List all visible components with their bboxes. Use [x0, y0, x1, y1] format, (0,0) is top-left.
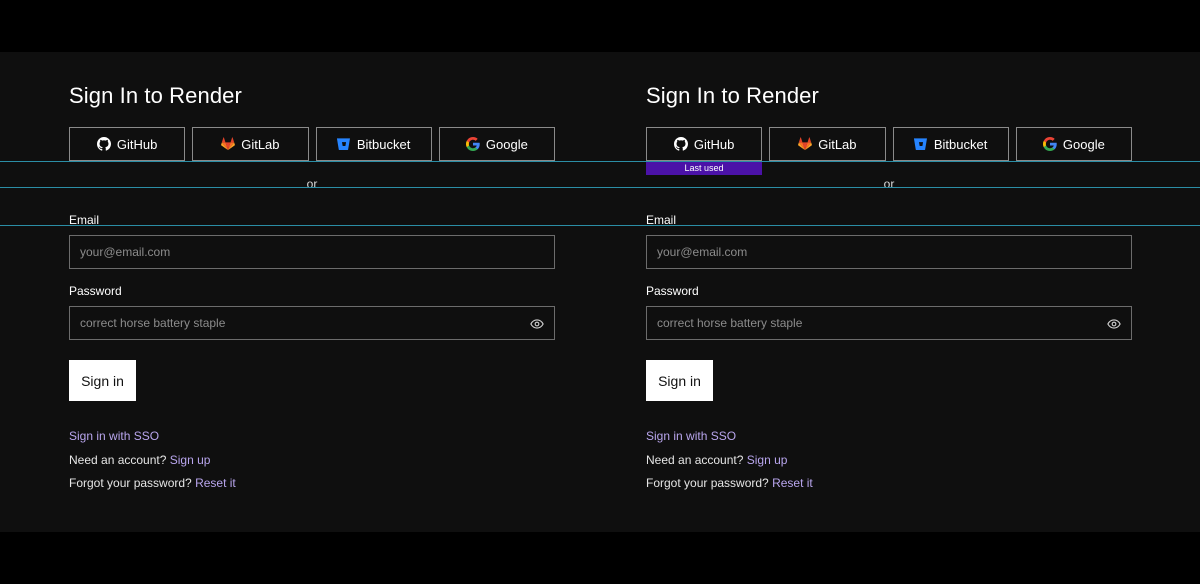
signup-link[interactable]: Sign up	[747, 453, 788, 467]
google-label: Google	[1062, 136, 1105, 152]
oauth-buttons: GitHub GitLab Bitbucket Google	[646, 127, 1132, 161]
bitbucket-label: Bitbucket	[356, 136, 411, 152]
github-button[interactable]: GitHub	[646, 127, 763, 161]
bitbucket-label: Bitbucket	[933, 136, 988, 152]
sign-in-button[interactable]: Sign in	[69, 360, 136, 401]
gitlab-icon	[798, 137, 813, 151]
guide-line	[0, 225, 1200, 226]
email-field-wrapper	[69, 235, 555, 269]
guide-line	[0, 187, 1200, 188]
oauth-buttons: GitHub GitLab Bitbucket Google	[69, 127, 555, 161]
reset-line: Forgot your password? Reset it	[646, 476, 813, 490]
gitlab-button[interactable]: GitLab	[769, 127, 886, 161]
sso-link[interactable]: Sign in with SSO	[646, 429, 736, 443]
screenshot-stage: Sign In to Render GitHub GitLab Bitbucke…	[0, 0, 1200, 584]
bitbucket-button[interactable]: Bitbucket	[892, 127, 1009, 161]
eye-icon[interactable]	[530, 317, 544, 331]
gitlab-label: GitLab	[241, 136, 280, 152]
github-label: GitHub	[116, 136, 158, 152]
reset-prompt: Forgot your password?	[69, 476, 192, 490]
sso-link[interactable]: Sign in with SSO	[69, 429, 159, 443]
github-label: GitHub	[693, 136, 735, 152]
signup-link[interactable]: Sign up	[170, 453, 211, 467]
page-title: Sign In to Render	[69, 83, 242, 108]
password-label: Password	[69, 284, 122, 298]
google-label: Google	[485, 136, 528, 152]
github-icon	[673, 137, 688, 151]
email-field[interactable]	[647, 236, 1131, 268]
github-button[interactable]: GitHub	[69, 127, 186, 161]
reset-prompt: Forgot your password?	[646, 476, 769, 490]
bitbucket-button[interactable]: Bitbucket	[315, 127, 432, 161]
reset-link[interactable]: Reset it	[195, 476, 236, 490]
email-field[interactable]	[70, 236, 554, 268]
password-field-wrapper	[646, 306, 1132, 340]
signup-prompt: Need an account?	[69, 453, 167, 467]
sign-in-button[interactable]: Sign in	[646, 360, 713, 401]
gitlab-button[interactable]: GitLab	[192, 127, 309, 161]
gitlab-icon	[221, 137, 236, 151]
email-field-wrapper	[646, 235, 1132, 269]
signup-line: Need an account? Sign up	[69, 453, 210, 467]
signup-line: Need an account? Sign up	[646, 453, 787, 467]
or-divider: or	[306, 177, 318, 191]
password-field[interactable]	[70, 307, 554, 339]
gitlab-label: GitLab	[818, 136, 857, 152]
bitbucket-icon	[913, 137, 928, 151]
reset-line: Forgot your password? Reset it	[69, 476, 236, 490]
page-title: Sign In to Render	[646, 83, 819, 108]
bitbucket-icon	[336, 137, 351, 151]
password-field[interactable]	[647, 307, 1131, 339]
or-divider: or	[883, 177, 895, 191]
google-icon	[1042, 137, 1057, 151]
password-label: Password	[646, 284, 699, 298]
guide-line	[0, 161, 1200, 162]
signup-prompt: Need an account?	[646, 453, 744, 467]
google-button[interactable]: Google	[438, 127, 555, 161]
last-used-badge: Last used	[646, 161, 762, 175]
google-button[interactable]: Google	[1015, 127, 1132, 161]
github-icon	[96, 137, 111, 151]
eye-icon[interactable]	[1107, 317, 1121, 331]
reset-link[interactable]: Reset it	[772, 476, 813, 490]
google-icon	[465, 137, 480, 151]
password-field-wrapper	[69, 306, 555, 340]
